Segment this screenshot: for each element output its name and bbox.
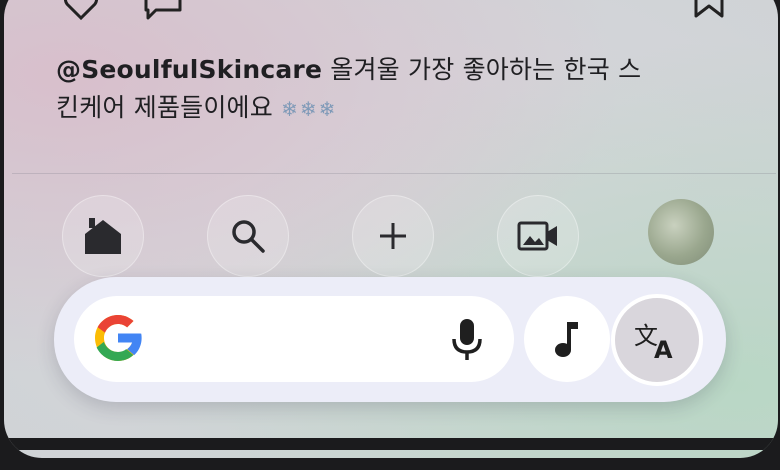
nav-search[interactable] bbox=[207, 195, 289, 277]
caption-text-line2: 킨케어 제품들이에요 bbox=[56, 93, 273, 122]
nav-create[interactable] bbox=[352, 195, 434, 277]
bookmark-icon[interactable] bbox=[692, 0, 726, 20]
search-icon bbox=[232, 220, 265, 253]
circle-to-search-bar: 文 A bbox=[54, 277, 726, 402]
nav-reels[interactable] bbox=[497, 195, 579, 277]
caption-username[interactable]: @SeoulfulSkincare bbox=[56, 55, 322, 84]
song-search-button[interactable] bbox=[524, 296, 610, 382]
heart-icon[interactable] bbox=[64, 0, 98, 20]
plus-icon bbox=[380, 223, 406, 249]
nav-home[interactable] bbox=[62, 195, 144, 277]
search-input[interactable] bbox=[74, 296, 514, 382]
post-action-bar bbox=[64, 0, 724, 20]
divider bbox=[12, 173, 776, 174]
caption-text-line1: 올겨울 가장 좋아하는 한국 스 bbox=[330, 55, 642, 84]
snowflake-emojis: ❄❄❄ bbox=[281, 97, 338, 121]
post-caption: @SeoulfulSkincare 올겨울 가장 좋아하는 한국 스 킨케어 제… bbox=[56, 51, 726, 128]
bottom-navigation bbox=[4, 195, 778, 277]
google-logo bbox=[95, 315, 143, 361]
comment-icon[interactable] bbox=[142, 0, 184, 20]
video-icon bbox=[517, 221, 557, 251]
home-icon bbox=[85, 218, 121, 254]
translate-button[interactable]: 文 A bbox=[611, 294, 703, 386]
translate-icon: 文 A bbox=[634, 322, 673, 362]
music-note-icon bbox=[555, 322, 578, 357]
profile-avatar[interactable] bbox=[648, 199, 714, 265]
svg-text:A: A bbox=[654, 336, 673, 362]
microphone-icon[interactable] bbox=[450, 317, 484, 363]
